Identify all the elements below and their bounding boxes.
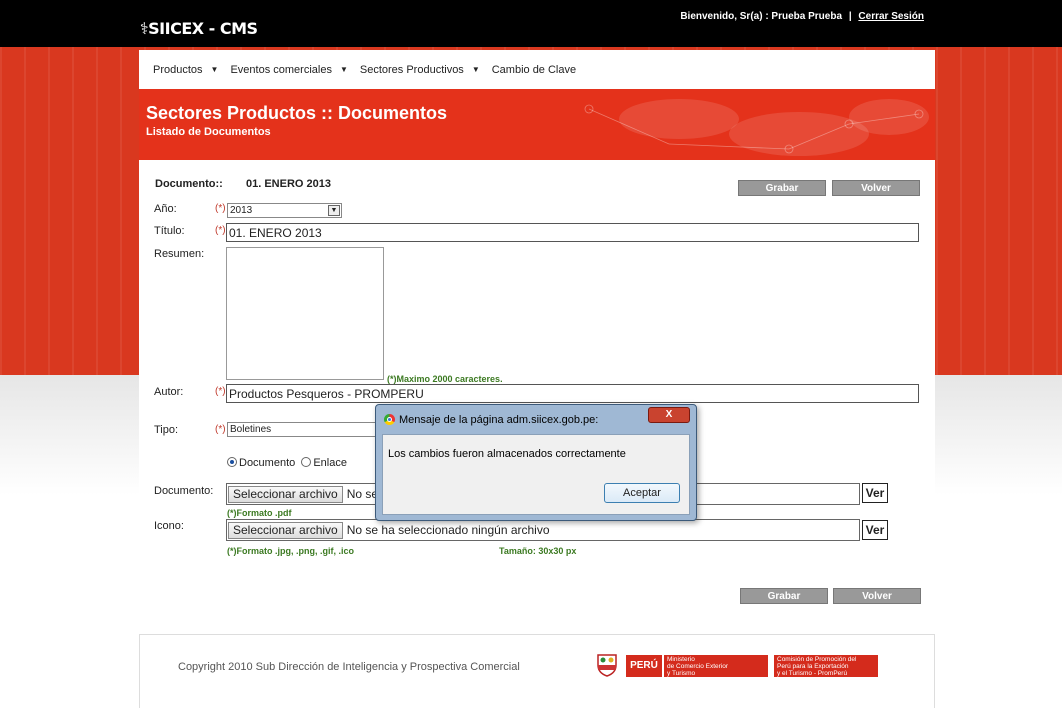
documento-file-label: Documento: bbox=[154, 485, 214, 497]
icono-label: Icono: bbox=[154, 520, 184, 532]
anio-label: Año: bbox=[154, 203, 177, 215]
documento-format-note: (*)Formato .pdf bbox=[227, 508, 292, 518]
save-button-bottom[interactable]: Grabar bbox=[740, 588, 828, 604]
resumen-note: (*)Maximo 2000 caracteres. bbox=[387, 374, 503, 384]
peru-brand-logo: PERÚ bbox=[626, 655, 662, 677]
save-button-top[interactable]: Grabar bbox=[738, 180, 826, 196]
required-mark: (*) bbox=[215, 225, 226, 236]
dropdown-arrow-icon: ▼ bbox=[471, 65, 480, 74]
peru-coat-of-arms-icon bbox=[597, 654, 617, 677]
page-header: Sectores Productos :: Documentos Listado… bbox=[139, 89, 935, 160]
documento-select-file-button[interactable]: Seleccionar archivo bbox=[228, 485, 343, 503]
menu-item-eventos[interactable]: Eventos comerciales bbox=[230, 64, 332, 76]
back-button-bottom[interactable]: Volver bbox=[833, 588, 921, 604]
dialog-ok-button[interactable]: Aceptar bbox=[604, 483, 680, 503]
form-panel: Documento:: 01. ENERO 2013 Grabar Volver… bbox=[139, 160, 935, 625]
top-bar: ⚕SIICEX - CMS Bienvenido, Sr(a) : Prueba… bbox=[0, 0, 1062, 47]
logo-icon: ⚕ bbox=[140, 19, 149, 38]
menu-item-cambio-clave[interactable]: Cambio de Clave bbox=[492, 64, 576, 76]
documento-file-status: No se bbox=[346, 487, 379, 501]
ministerio-logo: Ministerio de Comercio Exterior y Turism… bbox=[664, 655, 768, 677]
icono-format-note: (*)Formato .jpg, .png, .gif, .ico bbox=[227, 546, 354, 556]
menu-item-productos[interactable]: Productos bbox=[153, 64, 203, 76]
dialog-close-button[interactable]: X bbox=[648, 407, 690, 423]
link-type-radio-group: Documento Enlace bbox=[227, 457, 347, 469]
world-map-decoration bbox=[584, 99, 929, 156]
dialog-title: Mensaje de la página adm.siicex.gob.pe: bbox=[399, 414, 599, 426]
tipo-select[interactable]: Boletines bbox=[227, 422, 377, 437]
dropdown-arrow-icon: ▼ bbox=[339, 65, 348, 74]
resumen-label: Resumen: bbox=[154, 248, 205, 260]
autor-input[interactable]: Productos Pesqueros - PROMPERU bbox=[226, 384, 919, 403]
titulo-input[interactable]: 01. ENERO 2013 bbox=[226, 223, 919, 242]
required-mark: (*) bbox=[215, 203, 226, 214]
tipo-select-value: Boletines bbox=[230, 424, 272, 435]
autor-label: Autor: bbox=[154, 386, 184, 398]
footer-copyright: Copyright 2010 Sub Dirección de Intelige… bbox=[178, 661, 520, 673]
session-info: Bienvenido, Sr(a) : Prueba Prueba | Cerr… bbox=[680, 11, 924, 22]
dialog-title-bar: Mensaje de la página adm.siicex.gob.pe: bbox=[384, 414, 598, 426]
footer: Copyright 2010 Sub Dirección de Intelige… bbox=[139, 634, 935, 708]
main-menu: Productos ▼ Eventos comerciales ▼ Sector… bbox=[139, 50, 935, 89]
required-mark: (*) bbox=[215, 386, 226, 397]
documento-title-label: Documento:: bbox=[155, 178, 223, 190]
radio-documento[interactable] bbox=[227, 457, 237, 467]
back-button-top[interactable]: Volver bbox=[832, 180, 920, 196]
icono-select-file-button[interactable]: Seleccionar archivo bbox=[228, 521, 343, 539]
promperu-logo: Comisión de Promoción del Perú para la E… bbox=[774, 655, 878, 677]
icono-file-status: No se ha seleccionado ningún archivo bbox=[346, 523, 550, 537]
titulo-label: Título: bbox=[154, 225, 185, 237]
page-subtitle: Listado de Documentos bbox=[146, 126, 271, 138]
documento-title-value: 01. ENERO 2013 bbox=[246, 178, 331, 190]
icono-file-input[interactable]: Seleccionar archivo No se ha seleccionad… bbox=[226, 519, 860, 541]
icono-ver-button[interactable]: Ver bbox=[862, 520, 888, 540]
dropdown-arrow-icon: ▼ bbox=[328, 205, 340, 216]
required-mark: (*) bbox=[215, 424, 226, 435]
dialog-message: Los cambios fueron almacenados correctam… bbox=[388, 448, 626, 460]
welcome-text: Bienvenido, Sr(a) : Prueba Prueba bbox=[680, 11, 843, 22]
menu-item-sectores[interactable]: Sectores Productivos bbox=[360, 64, 464, 76]
logout-link[interactable]: Cerrar Sesión bbox=[858, 11, 924, 22]
resumen-textarea[interactable] bbox=[226, 247, 384, 380]
site-logo: ⚕SIICEX - CMS bbox=[140, 19, 258, 38]
icono-size-note: Tamaño: 30x30 px bbox=[499, 546, 577, 556]
radio-enlace[interactable] bbox=[301, 457, 312, 467]
session-separator: | bbox=[848, 11, 852, 22]
chrome-icon bbox=[384, 414, 395, 425]
page-title: Sectores Productos :: Documentos bbox=[146, 103, 448, 123]
anio-select-value: 2013 bbox=[230, 205, 253, 216]
radio-enlace-label: Enlace bbox=[313, 457, 347, 469]
dropdown-arrow-icon: ▼ bbox=[210, 65, 219, 74]
tipo-label: Tipo: bbox=[154, 424, 179, 436]
documento-ver-button[interactable]: Ver bbox=[862, 483, 888, 503]
dialog-body: Los cambios fueron almacenados correctam… bbox=[382, 434, 690, 515]
alert-dialog: Mensaje de la página adm.siicex.gob.pe: … bbox=[375, 404, 697, 521]
radio-documento-label: Documento bbox=[239, 457, 296, 469]
anio-select[interactable]: 2013 ▼ bbox=[227, 203, 342, 218]
